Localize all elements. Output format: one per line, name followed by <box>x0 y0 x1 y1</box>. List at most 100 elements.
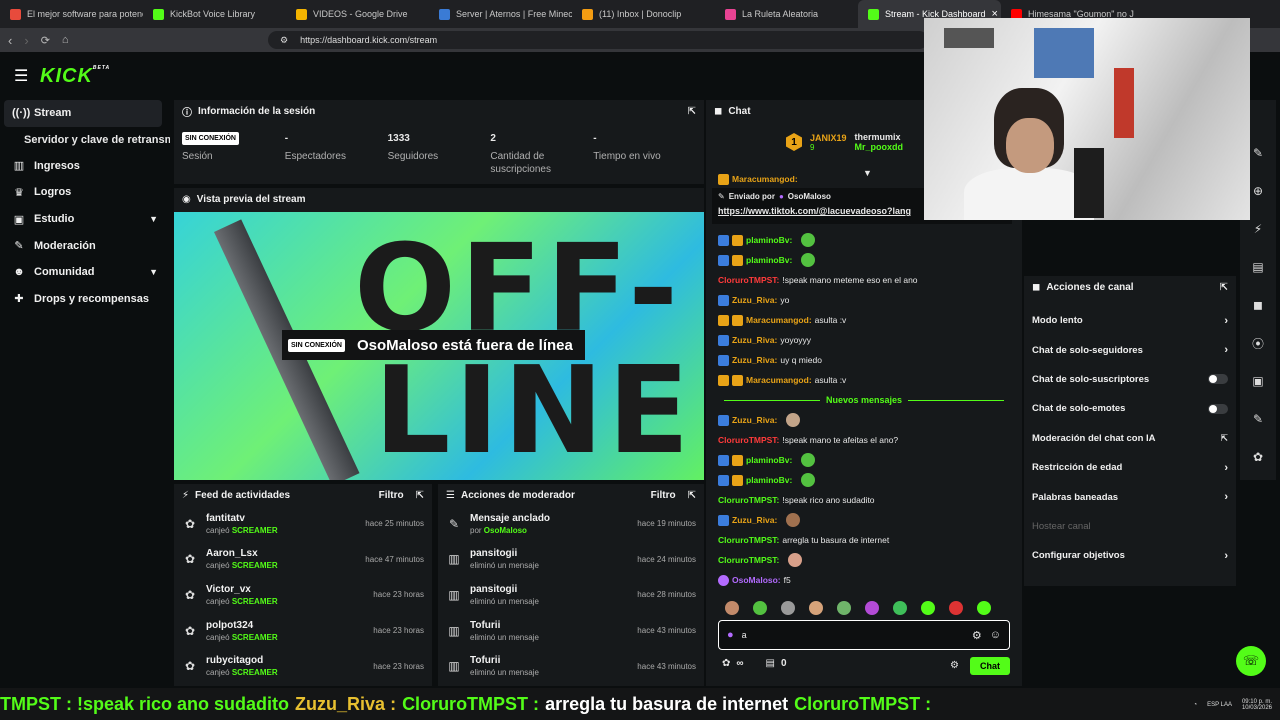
channel-action-item[interactable]: Modo lento › <box>1024 306 1236 335</box>
chat-message[interactable]: Zuzu_Riva: <box>706 410 1022 430</box>
menu-icon[interactable]: ☰ <box>14 66 28 86</box>
chat-message[interactable]: Zuzu_Riva: yoyoyyy <box>706 330 1022 350</box>
chat-message[interactable]: CloruroTMPST: <box>706 550 1022 570</box>
chat-username[interactable]: CloruroTMPST: <box>718 555 779 565</box>
chat-message[interactable]: Zuzu_Riva: uy q miedo <box>706 350 1022 370</box>
site-info-icon[interactable]: ⚙ <box>280 35 288 46</box>
chat-message[interactable]: CloruroTMPST: !speak mano meteme eso en … <box>706 270 1022 290</box>
emote-icon[interactable] <box>837 601 851 615</box>
browser-tab[interactable]: Server | Aternos | Free Minecra <box>429 0 572 28</box>
chat-message[interactable]: plaminoBv: <box>706 250 1022 270</box>
broadcast-icon[interactable]: ⦿ <box>1252 330 1264 356</box>
channel-action-item[interactable]: Chat de solo-seguidores › <box>1024 335 1236 364</box>
gift-icon[interactable]: ▤ <box>766 658 775 669</box>
chat-username[interactable]: Zuzu_Riva: <box>732 335 777 345</box>
emote-icon[interactable] <box>781 601 795 615</box>
list-icon[interactable]: ▤ <box>1252 254 1263 280</box>
mod-row[interactable]: ▥ pansitogii eliminó un mensaje hace 28 … <box>438 577 704 613</box>
channel-action-item[interactable]: Chat de solo-suscriptores <box>1024 365 1236 394</box>
chevron-down-icon[interactable]: ▼ <box>863 168 872 178</box>
top-gifter-name[interactable]: JANIX19 <box>810 133 847 143</box>
chat-message[interactable]: plaminoBv: <box>706 450 1022 470</box>
mod-row[interactable]: ▥ Tofurii eliminó un mensaje hace 43 min… <box>438 613 704 649</box>
popout-icon[interactable]: ⇱ <box>688 106 696 117</box>
browser-tab[interactable]: VIDEOS - Google Drive <box>286 0 429 28</box>
reload-icon[interactable]: ⟳ <box>41 34 50 47</box>
chat-message[interactable]: Zuzu_Riva: <box>706 510 1022 530</box>
chat-username[interactable]: plaminoBv: <box>746 255 792 265</box>
sidebar-item-drops[interactable]: ✚ Drops y recompensas <box>0 286 170 313</box>
chat-username[interactable]: plaminoBv: <box>746 455 792 465</box>
feed-row[interactable]: ✿ Victor_vx canjeó SCREAMER hace 23 hora… <box>174 577 432 613</box>
gifter-name[interactable]: Mr_pooxdd <box>855 142 904 152</box>
support-button[interactable]: ☏ <box>1236 646 1266 676</box>
stream-preview[interactable]: OFF- LINE SIN CONEXIÓN OsoMaloso está fu… <box>174 212 704 480</box>
popout-icon[interactable]: ⇱ <box>688 490 696 501</box>
chat-username[interactable]: plaminoBv: <box>746 235 792 245</box>
chat-message[interactable]: CloruroTMPST: !speak rico ano sudadito <box>706 490 1022 510</box>
sidebar-item-estudio[interactable]: ▣ Estudio ▼ <box>0 206 170 233</box>
url-field[interactable]: ⚙ https://dashboard.kick.com/stream <box>268 31 928 49</box>
emote-icon[interactable] <box>921 601 935 615</box>
toggle-switch[interactable] <box>1208 403 1228 414</box>
chat-username[interactable]: OsoMaloso: <box>732 575 781 585</box>
send-chat-button[interactable]: Chat <box>970 657 1010 675</box>
emoji-icon[interactable]: ☺ <box>990 629 1001 641</box>
sidebar-item-server-key[interactable]: Servidor y clave de retransm <box>0 127 170 153</box>
browser-tab[interactable]: (11) Inbox | Donoclip <box>572 0 715 28</box>
chat-message[interactable]: plaminoBv: <box>706 230 1022 250</box>
toggle-switch[interactable] <box>1208 374 1228 385</box>
browser-tab[interactable]: La Ruleta Aleatoria <box>715 0 858 28</box>
lightning-icon[interactable]: ⚡ <box>1254 216 1262 242</box>
chat-input[interactable]: ● a ⚙ ☺ <box>718 620 1010 650</box>
browser-tab[interactable]: KickBot Voice Library <box>143 0 286 28</box>
feed-row[interactable]: ✿ Aaron_Lsx canjeó SCREAMER hace 47 minu… <box>174 542 432 578</box>
kick-emotes-icon[interactable]: ⚙ <box>972 629 982 642</box>
chat-message[interactable]: plaminoBv: <box>706 470 1022 490</box>
channel-action-item[interactable]: Configurar objetivos › <box>1024 541 1236 570</box>
chat-username[interactable]: Maracumangod: <box>746 375 812 385</box>
chat-message[interactable]: CloruroTMPST: !speak mano te afeitas el … <box>706 430 1022 450</box>
pencil-icon[interactable]: ✎ <box>1253 140 1263 166</box>
chat-message[interactable]: Zuzu_Riva: yo <box>706 290 1022 310</box>
back-icon[interactable]: ‹ <box>8 33 12 48</box>
sidebar-item-logros[interactable]: ♛ Logros <box>0 179 170 206</box>
channel-action-item[interactable]: Palabras baneadas › <box>1024 482 1236 511</box>
forward-icon[interactable]: › <box>24 33 28 48</box>
chat-icon[interactable]: ◼ <box>1253 292 1263 318</box>
sidebar-item-ingresos[interactable]: ▥ Ingresos <box>0 153 170 180</box>
chat-message[interactable]: Maracumangod: asulta :v <box>706 370 1022 390</box>
emote-icon[interactable] <box>949 601 963 615</box>
mod-row[interactable]: ✎ Mensaje anclado por OsoMaloso hace 19 … <box>438 506 704 542</box>
chat-username[interactable]: Zuzu_Riva: <box>732 295 777 305</box>
chat-username[interactable]: Zuzu_Riva: <box>732 355 777 365</box>
emote-icon[interactable] <box>725 601 739 615</box>
chat-username[interactable]: CloruroTMPST: <box>718 275 779 285</box>
emote-icon[interactable] <box>865 601 879 615</box>
chat-username[interactable]: Maracumangod: <box>746 315 812 325</box>
feed-row[interactable]: ✿ rubycitagod canjeó SCREAMER hace 23 ho… <box>174 648 432 684</box>
chat-username[interactable]: CloruroTMPST: <box>718 495 779 505</box>
new-messages-divider[interactable]: Nuevos mensajes <box>718 390 1010 410</box>
feed-filter-button[interactable]: Filtro <box>379 490 404 501</box>
gear-icon[interactable]: ⚙ <box>950 660 959 671</box>
emote-icon[interactable] <box>809 601 823 615</box>
kick-logo[interactable]: KICKBETA <box>40 65 110 88</box>
sidebar-item-moderacion[interactable]: ✎ Moderación <box>0 232 170 259</box>
channel-action-item[interactable]: Restricción de edad › <box>1024 453 1236 482</box>
browser-tab[interactable]: El mejor software para potenci <box>0 0 143 28</box>
chat-username[interactable]: CloruroTMPST: <box>718 435 779 445</box>
channel-action-item[interactable]: Chat de solo-emotes <box>1024 394 1236 423</box>
sidebar-item-comunidad[interactable]: ☻ Comunidad ▼ <box>0 259 170 286</box>
mod-filter-button[interactable]: Filtro <box>651 490 676 501</box>
target-icon[interactable]: ⊕ <box>1253 178 1263 204</box>
emote-icon[interactable] <box>977 601 991 615</box>
feed-row[interactable]: ✿ fantitatv canjeó SCREAMER hace 25 minu… <box>174 506 432 542</box>
channel-action-item[interactable]: Moderación del chat con IA ⇱ <box>1024 424 1236 453</box>
emote-icon[interactable] <box>753 601 767 615</box>
feed-row[interactable]: ✿ polpot324 canjeó SCREAMER hace 23 hora… <box>174 613 432 649</box>
people-icon[interactable]: ✿ <box>1253 444 1263 470</box>
popout-icon[interactable]: ⇱ <box>416 490 424 501</box>
home-icon[interactable]: ⌂ <box>62 34 69 46</box>
chat-message[interactable]: CloruroTMPST: arregla tu basura de inter… <box>706 530 1022 550</box>
